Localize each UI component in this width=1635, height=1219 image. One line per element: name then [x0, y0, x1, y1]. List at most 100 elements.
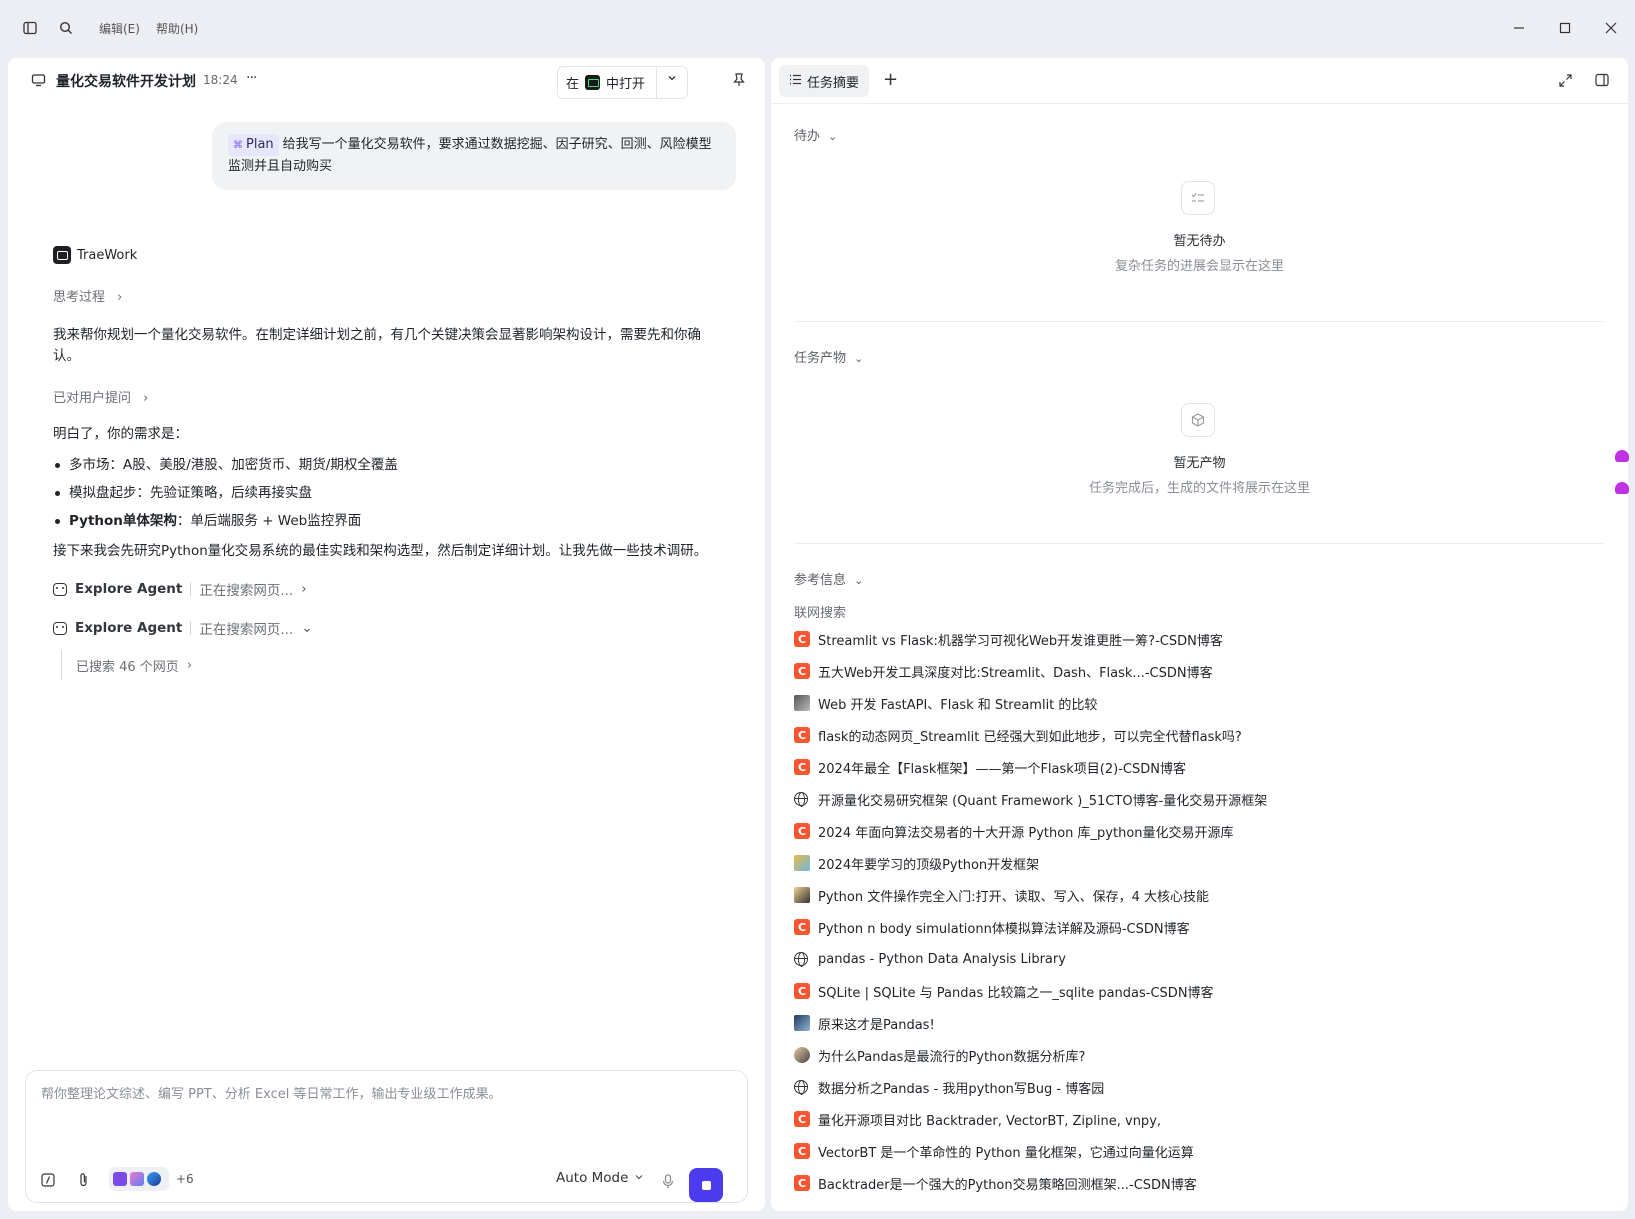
close-button[interactable]	[1594, 12, 1628, 44]
searched-pages-row[interactable]: 已搜索 46 个网页 ›	[61, 650, 713, 680]
model-icons[interactable]	[109, 1167, 169, 1191]
artifacts-section-toggle[interactable]: 任务产物 ⌄	[794, 347, 863, 366]
chevron-down-icon: ⌄	[828, 130, 838, 143]
reference-title: 为什么Pandas是最流行的Python数据分析库?	[818, 1049, 1086, 1065]
reference-item[interactable]: Cflask的动态网页_Streamlit 已经强大到如此地步，可以完全代替fl…	[794, 719, 1594, 751]
csdn-favicon-icon: C	[794, 727, 810, 743]
refs-section-toggle[interactable]: 参考信息 ⌄	[794, 569, 863, 588]
site-favicon-icon	[794, 1015, 810, 1031]
explore-agent-row[interactable]: Explore Agent 正在搜索网页... ⌄	[53, 618, 713, 638]
requirements-list: 多市场：A股、美股/港股、加密货币、期货/期权全覆盖 模拟盘起步：先验证策略，后…	[53, 451, 713, 535]
user-message-bubble: ⌘ Plan 给我写一个量化交易软件，要求通过数据挖掘、因子研究、回测、风险模型监测…	[212, 122, 736, 190]
reference-title: 2024年最全【Flask框架】——第一个Flask项目(2)-CSDN博客	[818, 761, 1186, 777]
reference-item[interactable]: C SQLite | SQLite 与 Pandas 比较篇之一_sqlite p…	[794, 975, 1594, 1007]
reference-item[interactable]: 原来这才是Pandas!	[794, 1007, 1594, 1039]
mode-selector[interactable]: Auto Mode	[556, 1170, 644, 1186]
reference-item[interactable]: C 五大Web开发工具深度对比:Streamlit、Dash、Flask...-C…	[794, 655, 1594, 687]
understood-text: 明白了，你的需求是：	[53, 426, 188, 442]
agent-status: 正在搜索网页...	[199, 622, 294, 638]
next-steps-text: 接下来我会先研究Python量化交易系统的最佳实践和架构选型，然后制定详细计划。…	[53, 543, 708, 559]
search-icon[interactable]	[52, 14, 80, 42]
robot-icon	[53, 621, 67, 635]
site-favicon-icon	[794, 887, 810, 903]
open-in-prefix: 在	[566, 77, 580, 92]
traework-logo-icon	[53, 246, 71, 264]
reference-item[interactable]: C Python n body simulationn体模拟算法详解及源码-CSD…	[794, 911, 1594, 943]
todo-section-toggle[interactable]: 待办 ⌄	[794, 125, 837, 144]
microphone-icon[interactable]	[662, 1174, 674, 1193]
reference-item[interactable]: Web 开发 FastAPI、Flask 和 Streamlit 的比较	[794, 687, 1594, 719]
floating-badge-icon[interactable]	[1615, 450, 1629, 462]
tab-task-summary[interactable]: 任务摘要	[779, 65, 869, 97]
csdn-favicon-icon: C	[794, 759, 810, 775]
reference-item[interactable]: Python 文件操作完全入门:打开、读取、写入、保存，4 大核心技能	[794, 879, 1594, 911]
plan-icon: ⌘	[233, 140, 243, 151]
reference-item[interactable]: C Backtrader是一个强大的Python交易策略回测框架...-CSDN博…	[794, 1167, 1594, 1199]
reference-item[interactable]: 数据分析之Pandas - 我用python写Bug - 博客园	[794, 1071, 1594, 1103]
csdn-favicon-icon: C	[794, 663, 810, 679]
csdn-favicon-icon: C	[794, 1143, 810, 1159]
menu-edit[interactable]: 编辑(E)	[99, 20, 140, 37]
chevron-right-icon: ›	[117, 290, 123, 305]
open-in-suffix: 中打开	[606, 77, 646, 92]
reference-item[interactable]: C 2024年最全【Flask框架】——第一个Flask项目(2)-CSDN博客	[794, 751, 1594, 783]
reference-title: VectorBT 是一个革命性的 Python 量化框架，它通过向量化运算	[818, 1145, 1194, 1161]
list-item: 模拟盘起步：先验证策略，后续再接实盘	[53, 479, 713, 507]
chat-time: 18:24	[203, 73, 238, 87]
reference-item[interactable]: C 量化开源项目对比 Backtrader, VectorBT, Zipline,…	[794, 1103, 1594, 1135]
reference-item[interactable]: 2024年要学习的顶级Python开发框架	[794, 847, 1594, 879]
extra-models-count[interactable]: +6	[176, 1172, 194, 1186]
reference-title: 数据分析之Pandas - 我用python写Bug - 博客园	[818, 1081, 1105, 1097]
minimize-button[interactable]	[1502, 12, 1536, 44]
add-tab-button[interactable]: +	[883, 69, 898, 90]
csdn-favicon-icon: C	[794, 919, 810, 935]
thinking-label: 思考过程	[53, 290, 106, 305]
reference-title: Backtrader是一个强大的Python交易策略回测框架...-CSDN博客	[818, 1177, 1197, 1193]
reference-list: C Streamlit vs Flask:机器学习可视化Web开发谁更胜一筹?-C…	[794, 623, 1594, 1199]
reference-title: 原来这才是Pandas!	[818, 1017, 935, 1033]
reference-item[interactable]: C 2024 年面向算法交易者的十大开源 Python 库_python量化交易开…	[794, 815, 1594, 847]
todo-empty-desc: 复杂任务的进展会显示在这里	[1114, 259, 1284, 274]
reference-item[interactable]: C VectorBT 是一个革命性的 Python 量化框架，它通过向量化运算	[794, 1135, 1594, 1167]
sidebar-toggle-icon[interactable]	[16, 14, 44, 42]
assistant-name: TraeWork	[77, 247, 138, 263]
asked-user-label: 已对用户提问	[53, 391, 132, 406]
reference-item[interactable]: 开源量化交易研究框架 (Quant Framework )_51CTO博客-量化…	[794, 783, 1594, 815]
stop-icon	[701, 1180, 711, 1190]
reference-title: 五大Web开发工具深度对比:Streamlit、Dash、Flask...-CS…	[818, 665, 1213, 681]
reference-title: SQLite | SQLite 与 Pandas 比较篇之一_sqlite pa…	[818, 985, 1214, 1001]
slash-command-icon[interactable]	[41, 1173, 55, 1191]
reference-title: Python n body simulationn体模拟算法详解及源码-CSDN…	[818, 921, 1190, 937]
tab-task-summary-label: 任务摘要	[806, 75, 859, 91]
reference-title: Streamlit vs Flask:机器学习可视化Web开发谁更胜一筹?-CS…	[818, 633, 1223, 649]
thinking-toggle[interactable]: 思考过程 ›	[53, 286, 713, 305]
asked-user-toggle[interactable]: 已对用户提问 ›	[53, 387, 713, 406]
floating-badge-icon[interactable]	[1615, 482, 1629, 494]
explore-agent-row[interactable]: Explore Agent 正在搜索网页... ›	[53, 579, 713, 599]
title-bar: 编辑(E) 帮助(H)	[0, 0, 1635, 56]
attachment-icon[interactable]	[77, 1172, 91, 1192]
site-favicon-icon	[794, 855, 810, 871]
artifacts-section-title: 任务产物	[794, 351, 847, 366]
chevron-down-icon: ⌄	[854, 352, 864, 365]
expand-icon[interactable]	[1559, 74, 1572, 91]
refs-section-title: 参考信息	[794, 573, 847, 588]
todo-section-title: 待办	[794, 129, 821, 144]
pin-icon[interactable]	[732, 72, 746, 92]
menu-help[interactable]: 帮助(H)	[156, 20, 198, 37]
reference-item[interactable]: 为什么Pandas是最流行的Python数据分析库?	[794, 1039, 1594, 1071]
chevron-down-icon[interactable]	[666, 72, 678, 88]
list-icon	[789, 74, 802, 89]
globe-icon	[794, 1080, 808, 1095]
reference-title: pandas - Python Data Analysis Library	[818, 951, 1066, 967]
open-in-app-button[interactable]: 在 中打开	[557, 66, 688, 99]
reference-item[interactable]: pandas - Python Data Analysis Library	[794, 943, 1594, 975]
reference-item[interactable]: C Streamlit vs Flask:机器学习可视化Web开发谁更胜一筹?-C…	[794, 623, 1594, 655]
more-options-button[interactable]: ···	[246, 70, 257, 86]
chat-header: 量化交易软件开发计划 18:24 ··· 在 中打开	[8, 58, 765, 104]
site-favicon-icon	[794, 695, 810, 711]
composer-input[interactable]	[41, 1087, 721, 1102]
stop-button[interactable]	[689, 1168, 723, 1202]
maximize-button[interactable]	[1548, 12, 1582, 44]
panel-toggle-icon[interactable]	[1595, 73, 1609, 91]
